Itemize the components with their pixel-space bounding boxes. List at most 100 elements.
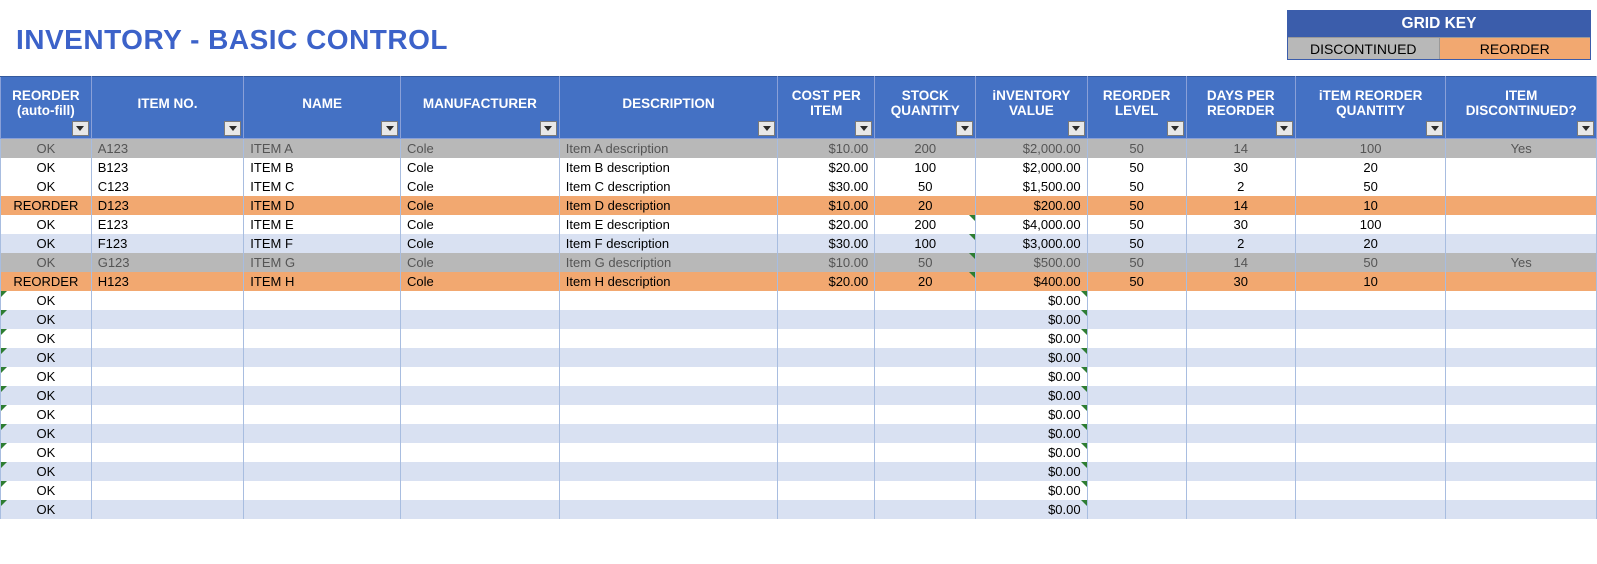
cell-days[interactable] [1186,481,1295,500]
cell-reorder_qty[interactable] [1295,291,1446,310]
cell-name[interactable] [244,348,401,367]
cell-qty[interactable] [875,481,976,500]
cell-item_no[interactable]: F123 [91,234,244,253]
cell-item_no[interactable]: D123 [91,196,244,215]
cell-reorder_lvl[interactable] [1087,348,1186,367]
cell-desc[interactable]: Item E description [559,215,778,234]
cell-name[interactable]: ITEM E [244,215,401,234]
cell-mfr[interactable] [401,310,560,329]
cell-name[interactable]: ITEM A [244,139,401,159]
filter-dropdown-icon[interactable] [540,121,557,136]
cell-disc[interactable] [1446,158,1597,177]
cell-desc[interactable]: Item G description [559,253,778,272]
table-row[interactable]: OK $0.00 [1,348,1597,367]
cell-disc[interactable]: Yes [1446,139,1597,159]
cell-status[interactable]: OK [1,348,92,367]
cell-cost[interactable] [778,329,875,348]
cell-cost[interactable]: $10.00 [778,253,875,272]
cell-status[interactable]: OK [1,234,92,253]
cell-cost[interactable] [778,310,875,329]
cell-qty[interactable]: 50 [875,177,976,196]
cell-cost[interactable]: $10.00 [778,196,875,215]
cell-days[interactable]: 2 [1186,177,1295,196]
cell-value[interactable]: $400.00 [976,272,1087,291]
cell-cost[interactable] [778,386,875,405]
cell-desc[interactable] [559,386,778,405]
cell-mfr[interactable] [401,443,560,462]
cell-value[interactable]: $0.00 [976,348,1087,367]
cell-disc[interactable] [1446,215,1597,234]
cell-reorder_lvl[interactable] [1087,481,1186,500]
cell-reorder_lvl[interactable] [1087,291,1186,310]
cell-name[interactable] [244,481,401,500]
cell-name[interactable] [244,462,401,481]
cell-item_no[interactable] [91,386,244,405]
cell-cost[interactable]: $30.00 [778,177,875,196]
cell-value[interactable]: $2,000.00 [976,158,1087,177]
table-row[interactable]: OK$0.00 [1,462,1597,481]
cell-reorder_qty[interactable] [1295,405,1446,424]
cell-mfr[interactable] [401,367,560,386]
cell-value[interactable]: $0.00 [976,291,1087,310]
cell-mfr[interactable]: Cole [401,215,560,234]
cell-disc[interactable] [1446,405,1597,424]
table-row[interactable]: OK$0.00 [1,424,1597,443]
cell-days[interactable]: 2 [1186,234,1295,253]
cell-qty[interactable]: 50 [875,253,976,272]
cell-item_no[interactable] [91,500,244,519]
cell-qty[interactable] [875,386,976,405]
cell-value[interactable]: $200.00 [976,196,1087,215]
table-row[interactable]: OKA123ITEM AColeItem A description$10.00… [1,139,1597,159]
cell-status[interactable]: OK [1,158,92,177]
cell-name[interactable] [244,500,401,519]
cell-mfr[interactable]: Cole [401,196,560,215]
table-row[interactable]: OK$0.00 [1,443,1597,462]
cell-cost[interactable]: $20.00 [778,215,875,234]
cell-disc[interactable] [1446,481,1597,500]
table-row[interactable]: OK$0.00 [1,500,1597,519]
table-row[interactable]: OK $0.00 [1,291,1597,310]
cell-item_no[interactable] [91,329,244,348]
cell-cost[interactable] [778,500,875,519]
cell-item_no[interactable] [91,348,244,367]
cell-value[interactable]: $2,000.00 [976,139,1087,159]
cell-name[interactable] [244,424,401,443]
cell-item_no[interactable]: E123 [91,215,244,234]
cell-desc[interactable] [559,500,778,519]
cell-desc[interactable] [559,291,778,310]
cell-value[interactable]: $0.00 [976,500,1087,519]
cell-status[interactable]: OK [1,253,92,272]
cell-mfr[interactable]: Cole [401,158,560,177]
cell-days[interactable] [1186,367,1295,386]
cell-cost[interactable] [778,367,875,386]
cell-item_no[interactable] [91,443,244,462]
cell-name[interactable]: ITEM B [244,158,401,177]
cell-status[interactable]: OK [1,291,92,310]
cell-desc[interactable] [559,443,778,462]
cell-qty[interactable]: 20 [875,196,976,215]
table-row[interactable]: REORDERH123ITEM HColeItem H description$… [1,272,1597,291]
cell-reorder_lvl[interactable]: 50 [1087,139,1186,159]
filter-dropdown-icon[interactable] [758,121,775,136]
cell-mfr[interactable]: Cole [401,139,560,159]
cell-reorder_qty[interactable] [1295,310,1446,329]
cell-qty[interactable] [875,405,976,424]
cell-qty[interactable] [875,348,976,367]
cell-desc[interactable]: Item H description [559,272,778,291]
cell-name[interactable] [244,367,401,386]
cell-days[interactable] [1186,462,1295,481]
cell-mfr[interactable] [401,386,560,405]
cell-disc[interactable] [1446,177,1597,196]
cell-reorder_lvl[interactable]: 50 [1087,215,1186,234]
cell-mfr[interactable] [401,291,560,310]
cell-mfr[interactable] [401,329,560,348]
cell-status[interactable]: REORDER [1,196,92,215]
cell-value[interactable]: $0.00 [976,329,1087,348]
filter-dropdown-icon[interactable] [956,121,973,136]
cell-value[interactable]: $0.00 [976,462,1087,481]
cell-status[interactable]: OK [1,177,92,196]
table-row[interactable]: OKC123ITEM CColeItem C description$30.00… [1,177,1597,196]
cell-item_no[interactable] [91,405,244,424]
cell-status[interactable]: OK [1,215,92,234]
filter-dropdown-icon[interactable] [381,121,398,136]
